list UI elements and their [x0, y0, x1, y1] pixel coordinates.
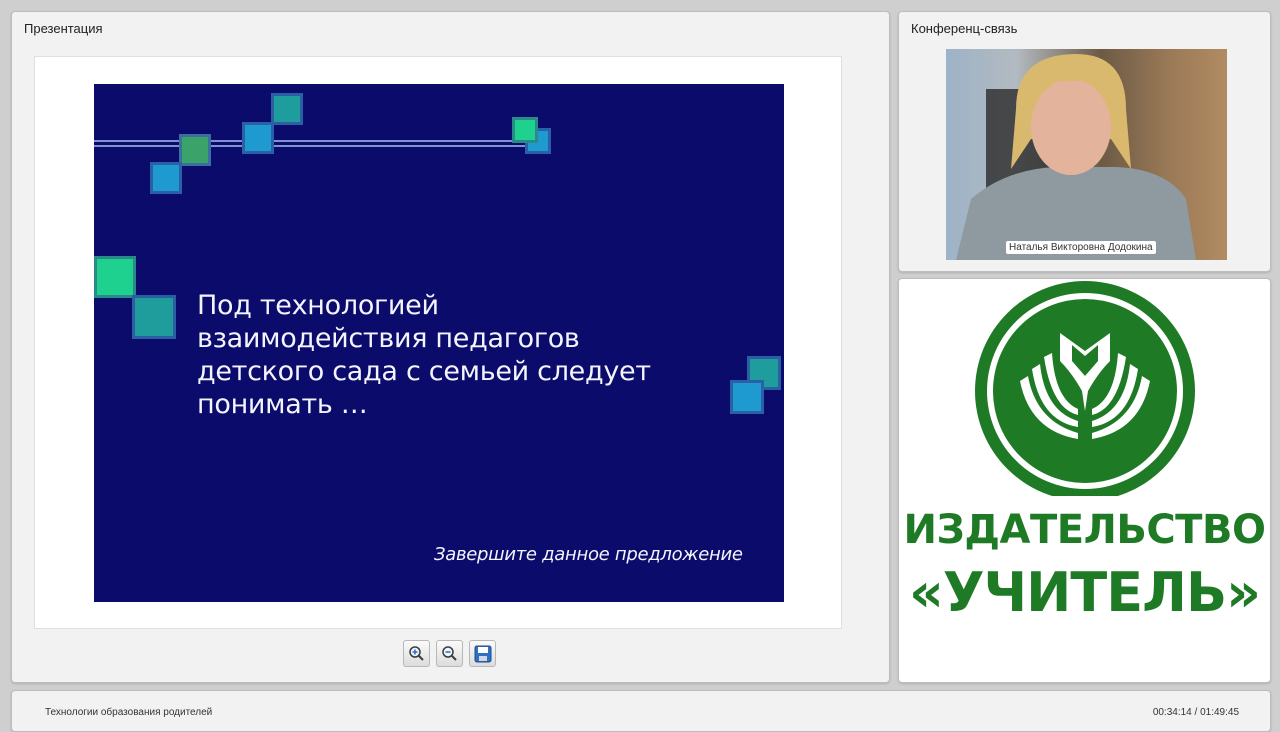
slide-note: Завершите данное предложение [434, 544, 743, 565]
participant-name: Наталья Викторовна Додокина [1006, 241, 1156, 254]
zoom-in-icon [409, 646, 424, 661]
save-icon [474, 645, 491, 662]
slide: Под технологией взаимодействия педагогов… [94, 84, 784, 602]
slide-decoration-square [730, 380, 764, 414]
slide-decoration-square [179, 134, 211, 166]
slide-main-text: Под технологией взаимодействия педагогов… [197, 290, 651, 420]
participant-silhouette [956, 54, 1196, 260]
save-button[interactable] [469, 640, 496, 667]
slide-decoration-square [150, 162, 182, 194]
slide-decoration-square [242, 122, 274, 154]
footer-bar: Технологии образования родителей 00:34:1… [11, 690, 1271, 732]
slide-decoration-line [94, 140, 534, 142]
participant-video[interactable]: Наталья Викторовна Додокина [946, 49, 1227, 260]
publisher-logo-panel: ИЗДАТЕЛЬСТВО «УЧИТЕЛЬ» [898, 278, 1271, 683]
publisher-name-line1: ИЗДАТЕЛЬСТВО [903, 507, 1266, 553]
zoom-out-icon [442, 646, 457, 661]
course-title: Технологии образования родителей [45, 707, 213, 718]
slide-decoration-square [512, 117, 538, 143]
publisher-name-line2: «УЧИТЕЛЬ» [909, 561, 1261, 624]
slide-frame: Под технологией взаимодействия педагогов… [34, 56, 842, 629]
publisher-emblem-icon [975, 281, 1195, 496]
playback-time: 00:34:14 / 01:49:45 [1152, 707, 1239, 718]
slide-decoration-square [271, 93, 303, 125]
zoom-out-button[interactable] [436, 640, 463, 667]
zoom-in-button[interactable] [403, 640, 430, 667]
slide-decoration-line [94, 145, 534, 147]
conference-title: Конференц-связь [911, 21, 1018, 36]
slide-decoration-square [132, 295, 176, 339]
conference-panel: Конференц-связь Наталья Викторовна Додок… [898, 11, 1271, 272]
presentation-panel: Презентация Под технологией взаимодейств… [11, 11, 890, 683]
presentation-title: Презентация [24, 21, 103, 36]
slide-decoration-square [94, 256, 136, 298]
